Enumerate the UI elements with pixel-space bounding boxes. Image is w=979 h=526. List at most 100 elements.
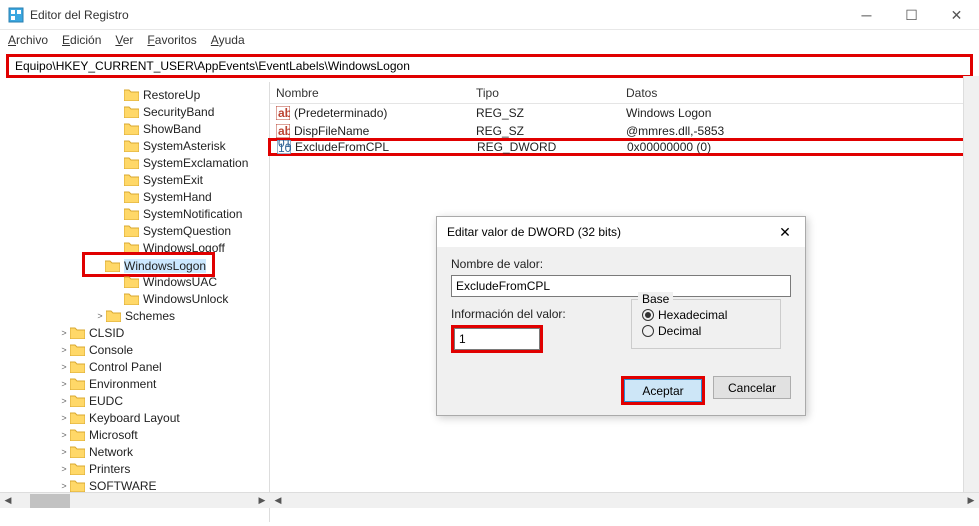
address-input[interactable] bbox=[15, 59, 964, 73]
scroll-right-icon[interactable]: ▶ bbox=[254, 493, 270, 509]
folder-icon bbox=[124, 225, 139, 237]
tree-item-label: SystemExit bbox=[143, 173, 203, 187]
list-row[interactable]: ab(Predeterminado)REG_SZWindows Logon bbox=[270, 104, 979, 122]
tree-item-label: WindowsUAC bbox=[143, 275, 217, 289]
tree-item-label: SystemQuestion bbox=[143, 224, 231, 238]
chevron-icon[interactable]: > bbox=[58, 481, 70, 491]
tree-item-label: CLSID bbox=[89, 326, 124, 340]
cell-type: REG_SZ bbox=[470, 106, 620, 120]
folder-icon bbox=[106, 310, 121, 322]
folder-icon bbox=[70, 429, 85, 441]
tree-item[interactable]: SystemNotification bbox=[0, 205, 269, 222]
folder-icon bbox=[124, 123, 139, 135]
tree-item[interactable]: > Environment bbox=[0, 375, 269, 392]
tree-item[interactable]: SystemAsterisk bbox=[0, 137, 269, 154]
maximize-button[interactable]: ☐ bbox=[889, 0, 934, 30]
base-legend: Base bbox=[638, 292, 673, 306]
ok-button[interactable]: Aceptar bbox=[624, 379, 702, 402]
list-row[interactable]: abDispFileNameREG_SZ@mmres.dll,-5853 bbox=[270, 122, 979, 140]
chevron-icon[interactable]: > bbox=[94, 311, 106, 321]
svg-text:1001: 1001 bbox=[278, 141, 291, 154]
menu-ver[interactable]: Ver bbox=[115, 33, 133, 47]
menubar: Archivo Edición Ver Favoritos Ayuda bbox=[0, 30, 979, 50]
folder-icon bbox=[70, 463, 85, 475]
scroll-thumb[interactable] bbox=[30, 494, 70, 508]
list-row[interactable]: 01101001ExcludeFromCPLREG_DWORD0x0000000… bbox=[268, 138, 979, 156]
tree-item[interactable]: >Microsoft bbox=[0, 426, 269, 443]
chevron-icon[interactable]: > bbox=[58, 464, 70, 474]
close-button[interactable]: ✕ bbox=[934, 0, 979, 30]
menu-archivo[interactable]: Archivo bbox=[8, 33, 48, 47]
list-header: Nombre Tipo Datos bbox=[270, 82, 979, 104]
value-input[interactable] bbox=[454, 328, 540, 350]
tree-item[interactable]: WindowsLogon bbox=[0, 256, 269, 273]
column-data[interactable]: Datos bbox=[620, 86, 979, 100]
tree-item-label: Environment bbox=[89, 377, 156, 391]
list-scrollbar-h[interactable]: ◀ ▶ bbox=[270, 492, 979, 508]
tree-item[interactable]: ShowBand bbox=[0, 120, 269, 137]
tree-item[interactable]: > CLSID bbox=[0, 324, 269, 341]
tree-item[interactable]: >EUDC bbox=[0, 392, 269, 409]
tree-item[interactable]: > Keyboard Layout bbox=[0, 409, 269, 426]
tree-item[interactable]: SystemHand bbox=[0, 188, 269, 205]
chevron-icon[interactable]: > bbox=[58, 328, 70, 338]
folder-icon bbox=[124, 293, 139, 305]
tree-item-label: Network bbox=[89, 445, 133, 459]
chevron-icon[interactable]: > bbox=[58, 396, 70, 406]
name-input[interactable] bbox=[451, 275, 791, 297]
tree-item-label: SystemNotification bbox=[143, 207, 242, 221]
radio-dec-input[interactable] bbox=[642, 325, 654, 337]
titlebar: Editor del Registro ─ ☐ ✕ bbox=[0, 0, 979, 30]
menu-edicion[interactable]: Edición bbox=[62, 33, 101, 47]
cell-data: 0x00000000 (0) bbox=[621, 140, 976, 154]
tree-item[interactable]: > Control Panel bbox=[0, 358, 269, 375]
radio-dec[interactable]: Decimal bbox=[642, 324, 770, 338]
chevron-icon[interactable]: > bbox=[58, 345, 70, 355]
tree-item-label: Keyboard Layout bbox=[89, 411, 180, 425]
tree-item-label: SystemAsterisk bbox=[143, 139, 226, 153]
tree-item[interactable]: SystemQuestion bbox=[0, 222, 269, 239]
chevron-icon[interactable]: > bbox=[58, 447, 70, 457]
tree-item[interactable]: >Console bbox=[0, 341, 269, 358]
tree-item[interactable]: RestoreUp bbox=[0, 86, 269, 103]
column-type[interactable]: Tipo bbox=[470, 86, 620, 100]
tree-item[interactable]: >Schemes bbox=[0, 307, 269, 324]
tree-item[interactable]: >Printers bbox=[0, 460, 269, 477]
tree-item-label: Control Panel bbox=[89, 360, 162, 374]
column-name[interactable]: Nombre bbox=[270, 86, 470, 100]
radio-hex-input[interactable] bbox=[642, 309, 654, 321]
folder-icon bbox=[70, 412, 85, 424]
folder-icon bbox=[70, 395, 85, 407]
tree-scrollbar-h[interactable]: ◀ ▶ bbox=[0, 492, 270, 508]
dialog-close-button[interactable]: ✕ bbox=[765, 217, 805, 247]
scroll-right-icon[interactable]: ▶ bbox=[963, 493, 979, 509]
tree-item[interactable]: SystemExit bbox=[0, 171, 269, 188]
cell-type: REG_SZ bbox=[470, 124, 620, 138]
menu-ayuda[interactable]: Ayuda bbox=[211, 33, 245, 47]
tree-item[interactable]: WindowsUnlock bbox=[0, 290, 269, 307]
tree-item[interactable]: WindowsUAC bbox=[0, 273, 269, 290]
chevron-icon[interactable]: > bbox=[58, 362, 70, 372]
minimize-button[interactable]: ─ bbox=[844, 0, 889, 30]
cell-name: ab(Predeterminado) bbox=[270, 106, 470, 121]
dialog-title-text: Editar valor de DWORD (32 bits) bbox=[447, 225, 621, 239]
chevron-icon[interactable]: > bbox=[58, 430, 70, 440]
list-scrollbar-v[interactable] bbox=[963, 76, 979, 492]
folder-icon bbox=[124, 140, 139, 152]
scroll-left-icon[interactable]: ◀ bbox=[270, 493, 286, 509]
tree-item[interactable]: > Network bbox=[0, 443, 269, 460]
menu-favoritos[interactable]: Favoritos bbox=[147, 33, 196, 47]
reg-value-icon: ab bbox=[276, 106, 290, 120]
chevron-icon[interactable]: > bbox=[58, 379, 70, 389]
tree-panel: RestoreUpSecurityBandShowBand SystemAster… bbox=[0, 82, 270, 522]
chevron-icon[interactable]: > bbox=[58, 413, 70, 423]
cell-name: 01101001ExcludeFromCPL bbox=[271, 140, 471, 155]
tree-item[interactable]: SecurityBand bbox=[0, 103, 269, 120]
cell-type: REG_DWORD bbox=[471, 140, 621, 154]
radio-hex[interactable]: Hexadecimal bbox=[642, 308, 770, 322]
scroll-left-icon[interactable]: ◀ bbox=[0, 493, 16, 509]
cancel-button[interactable]: Cancelar bbox=[713, 376, 791, 399]
ok-button-highlight: Aceptar bbox=[621, 376, 705, 405]
folder-icon bbox=[124, 276, 139, 288]
tree-item[interactable]: SystemExclamation bbox=[0, 154, 269, 171]
